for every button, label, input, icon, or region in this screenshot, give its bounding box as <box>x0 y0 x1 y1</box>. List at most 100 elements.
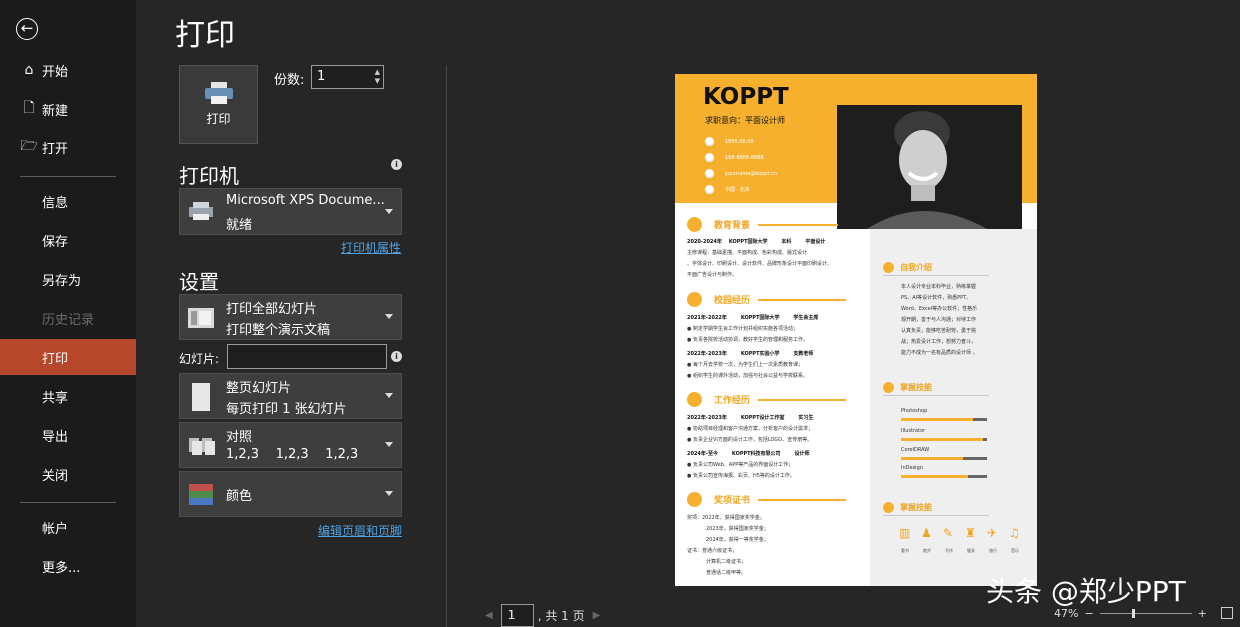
work-heading: 工作经历 <box>687 392 847 407</box>
color-dropdown[interactable]: 颜色 <box>179 471 402 517</box>
copies-stepper[interactable]: 1 ▲ ▼ <box>311 65 384 89</box>
cert-line: 证书：普通六级证书； <box>687 548 738 554</box>
hobby-label: 健身 <box>967 548 975 553</box>
nav-home-label: 开始 <box>42 64 69 80</box>
campus-heading-text: 校园经历 <box>714 296 751 306</box>
nav-home[interactable]: ⌂ 开始 <box>0 52 136 88</box>
page-navigator: ◀ 1 , 共 1 页 ▶ <box>485 604 600 627</box>
home-icon: ⌂ <box>24 62 34 78</box>
back-arrow-icon[interactable]: ← <box>16 18 38 40</box>
page-total: , 共 1 页 <box>537 609 585 623</box>
collate-line2: 1,2,3 1,2,3 1,2,3 <box>226 447 359 462</box>
building-icon <box>687 292 702 307</box>
spin-arrows-icon[interactable]: ▲ ▼ <box>375 68 380 86</box>
contact-location-text: 中国 · 北京 <box>725 187 750 193</box>
fitness-icon: ♜ <box>965 526 976 540</box>
briefcase-icon <box>687 392 702 407</box>
fit-to-window-icon[interactable] <box>1221 607 1233 619</box>
prev-page-icon[interactable]: ◀ <box>485 610 493 621</box>
watermark-text: 头条 @郑少PPT <box>986 575 1186 608</box>
book-icon: ▥ <box>899 526 911 540</box>
nav-export-label: 导出 <box>42 429 69 445</box>
skill-bar-fill <box>901 457 963 460</box>
cert-line: 普通话二级甲等。 <box>706 570 747 576</box>
hobby-label: 音乐 <box>1011 548 1019 553</box>
print-preview-page: KOPPT 求职意向：平面设计师 1995.08.08 188-8888-888… <box>675 74 1037 586</box>
full-page-slide-icon <box>192 383 210 411</box>
page-number-input[interactable]: 1 <box>500 604 534 627</box>
campus-bullet: ● 负责各院校活动协调，教好学生的管理和服务工作。 <box>687 337 808 343</box>
print-range-line2: 打印整个演示文稿 <box>226 323 331 338</box>
nav-more-label: 更多... <box>42 560 81 576</box>
info-icon[interactable]: i <box>391 351 402 362</box>
skill-bar-fill <box>901 418 973 421</box>
contact-email-text: yourname@koppt.cn <box>725 170 777 177</box>
about-line: Word、Excel等办公软件；性格乐 <box>901 306 978 312</box>
layout-line2: 每页打印 1 张幻灯片 <box>226 402 347 417</box>
edit-header-footer-link[interactable]: 编辑页眉和页脚 <box>318 522 402 539</box>
color-icon <box>189 484 213 505</box>
nav-save-as[interactable]: 另存为 <box>0 261 136 297</box>
nav-new-label: 新建 <box>42 103 69 119</box>
nav-print[interactable]: 打印 <box>0 339 136 375</box>
nav-info[interactable]: 信息 <box>0 183 136 219</box>
nav-save-label: 保存 <box>42 234 69 250</box>
settings-section-title: 设置 <box>179 270 219 294</box>
star-icon <box>883 382 894 393</box>
contact-phone-text: 188-8888-8888 <box>725 154 764 161</box>
heading-rule <box>758 398 847 401</box>
cert-heading: 奖项证书 <box>687 492 847 507</box>
contact-location: 中国 · 北京 <box>705 185 750 194</box>
nav-history: 历史记录 <box>0 300 136 336</box>
printer-properties-link[interactable]: 打印机属性 <box>341 239 401 256</box>
print-button[interactable]: 打印 <box>179 65 258 144</box>
hobbies-heading: 掌握技能 <box>883 502 932 513</box>
nav-save[interactable]: 保存 <box>0 222 136 258</box>
nav-new[interactable]: 🗋 新建 <box>0 91 136 127</box>
cert-heading-text: 奖项证书 <box>714 496 751 506</box>
nav-close[interactable]: 关闭 <box>0 456 136 492</box>
mail-icon <box>705 169 714 178</box>
nav-history-label: 历史记录 <box>42 312 95 328</box>
zoom-in-icon[interactable]: + <box>1198 607 1207 620</box>
slides-icon <box>188 308 214 328</box>
print-range-dropdown[interactable]: 打印全部幻灯片 打印整个演示文稿 <box>179 294 402 340</box>
nav-save-as-label: 另存为 <box>42 273 82 289</box>
pen-icon: ✎ <box>943 526 954 540</box>
campus-heading: 校园经历 <box>687 292 847 307</box>
printer-device-icon <box>189 202 213 220</box>
next-page-icon[interactable]: ▶ <box>593 610 601 621</box>
section-rule <box>883 515 989 516</box>
skills-heading-text: 掌握技能 <box>900 383 932 392</box>
zoom-slider[interactable] <box>1099 609 1192 618</box>
cert-line: 计算机二级证书； <box>706 559 747 565</box>
nav-account[interactable]: 帐户 <box>0 509 136 545</box>
zoom-out-icon[interactable]: − <box>1084 607 1093 620</box>
skills-heading: 掌握技能 <box>883 382 932 393</box>
zoom-slider-knob[interactable] <box>1131 609 1135 618</box>
about-heading-text: 自我介绍 <box>900 263 932 272</box>
user-icon <box>883 262 894 273</box>
collate-dropdown[interactable]: 对照 1,2,3 1,2,3 1,2,3 <box>179 422 402 468</box>
color-label: 颜色 <box>226 489 253 504</box>
running-icon: ♟ <box>921 526 932 540</box>
info-icon[interactable]: i <box>391 159 402 170</box>
about-line: PS、AI等设计软件，熟悉PPT、 <box>901 295 972 301</box>
slides-input[interactable] <box>227 344 387 369</box>
nav-open[interactable]: 🗁 打开 <box>0 129 136 165</box>
nav-more[interactable]: 更多... <box>0 548 136 584</box>
heading-rule <box>758 223 839 226</box>
skill-name: CorelDRAW <box>901 447 930 453</box>
open-folder-icon: 🗁 <box>20 138 38 154</box>
campus-row: 2022年-2023年 KOPPT实验小学 支教老师 <box>687 351 814 357</box>
heading-rule <box>758 498 847 501</box>
about-heading: 自我介绍 <box>883 262 932 273</box>
nav-share[interactable]: 共享 <box>0 378 136 414</box>
phone-icon <box>705 153 714 162</box>
about-line: 战；热爱设计工作，想努力奋斗， <box>901 339 977 345</box>
layout-dropdown[interactable]: 整页幻灯片 每页打印 1 张幻灯片 <box>179 373 402 419</box>
printer-dropdown[interactable]: Microsoft XPS Docume... 就绪 <box>179 188 402 235</box>
nav-export[interactable]: 导出 <box>0 417 136 453</box>
resume-name: KOPPT <box>703 84 789 110</box>
panel-divider <box>446 66 447 627</box>
